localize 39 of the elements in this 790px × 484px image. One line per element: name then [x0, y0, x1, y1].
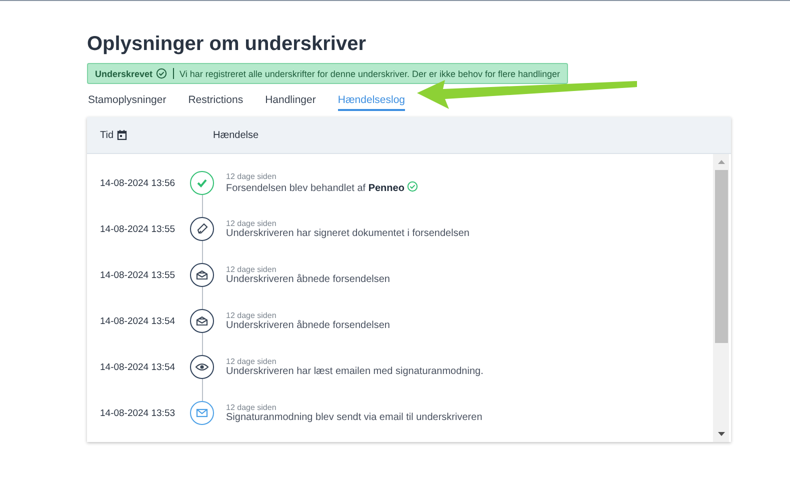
event-description: Forsendelsen blev behandlet af Penneo: [226, 181, 418, 194]
eye-icon: [190, 355, 214, 379]
event-description: Signaturanmodning blev sendt via email til underskriveren: [226, 412, 482, 423]
scrollbar-thumb[interactable]: [714, 170, 728, 343]
event-age: 12 dage siden: [226, 265, 278, 274]
check-circle-icon: [407, 181, 418, 192]
scroll-down-icon[interactable]: [718, 432, 724, 436]
check-circle-icon: [156, 68, 167, 79]
calendar-icon: [116, 130, 127, 140]
column-header[interactable]: Tid: [100, 130, 114, 140]
tab[interactable]: Restrictions: [188, 92, 244, 111]
event-description: Underskriveren åbnede forsendelsen: [226, 274, 390, 285]
event-time: 14-08-2024 13:55: [99, 270, 176, 280]
status-message: Vi har registreret alle underskrifter for denne underskriver. Der er ikke behov for flere handlinger: [180, 68, 560, 78]
scroll-up-icon[interactable]: [718, 160, 724, 164]
event-age: 12 dage siden: [226, 219, 278, 228]
event-time: 14-08-2024 13:54: [99, 316, 176, 326]
event-time: 14-08-2024 13:54: [99, 362, 176, 372]
open-envelope-icon: [190, 263, 214, 287]
open-envelope-icon: [190, 309, 214, 333]
tab[interactable]: Stamoplysninger: [88, 92, 166, 111]
event-age: 12 dage siden: [226, 172, 278, 181]
tab[interactable]: Handlinger: [265, 92, 316, 111]
scrollbar[interactable]: [713, 154, 729, 442]
event-time: 14-08-2024 13:56: [99, 178, 176, 188]
event-age: 12 dage siden: [226, 357, 278, 366]
column-header: Hændelse: [213, 130, 259, 140]
event-age: 12 dage siden: [226, 403, 278, 412]
pen-icon: [190, 217, 214, 241]
event-description: Underskriveren har læst emailen med signaturanmodning.: [226, 366, 484, 377]
check-icon: [190, 171, 214, 195]
status-label: Underskrevet: [95, 68, 153, 78]
event-description: Underskriveren har signeret dokumentet i forsendelsen: [226, 228, 470, 239]
event-time: 14-08-2024 13:55: [99, 224, 176, 234]
event-description: Underskriveren åbnede forsendelsen: [226, 320, 390, 331]
event-time: 14-08-2024 13:53: [99, 408, 176, 418]
envelope-icon: [190, 401, 214, 425]
event-age: 12 dage siden: [226, 311, 278, 320]
page-title: Oplysninger om underskriver: [87, 32, 367, 57]
